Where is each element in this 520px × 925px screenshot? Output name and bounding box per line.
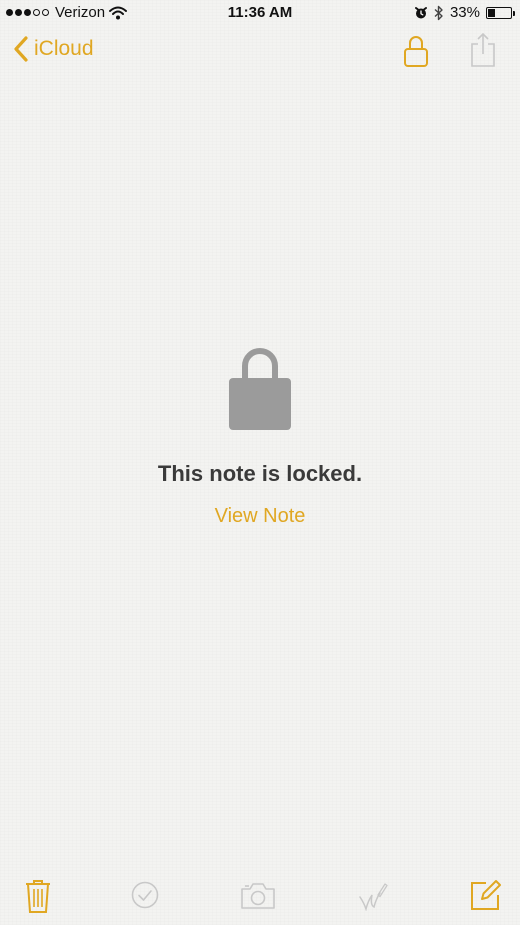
camera-icon — [241, 883, 275, 909]
large-lock-icon — [229, 348, 291, 430]
status-bar: Verizon 11:36 AM 33% — [0, 0, 520, 26]
lock-open-icon — [404, 36, 428, 67]
back-button[interactable]: iCloud — [14, 36, 94, 62]
sketch-button[interactable] — [358, 881, 388, 916]
battery-fill — [488, 8, 495, 17]
share-button[interactable] — [470, 32, 496, 73]
alarm-icon — [414, 6, 427, 18]
chevron-left-icon — [14, 36, 28, 62]
battery-percent: 33% — [449, 4, 480, 21]
locked-note-panel: This note is locked. View Note — [0, 346, 520, 528]
checklist-button[interactable] — [131, 881, 159, 914]
delete-button[interactable] — [25, 879, 51, 918]
compose-button[interactable] — [470, 879, 502, 916]
bluetooth-icon — [434, 5, 443, 20]
compose-icon — [471, 880, 501, 910]
camera-button[interactable] — [240, 882, 276, 915]
checklist-icon — [131, 881, 159, 909]
locked-title: This note is locked. — [157, 461, 363, 486]
trash-icon — [26, 880, 50, 913]
view-note-button[interactable]: View Note — [215, 505, 306, 528]
battery-icon — [486, 6, 515, 19]
lock-button[interactable] — [402, 34, 430, 73]
sketch-icon — [359, 883, 388, 912]
back-button-label: iCloud — [34, 37, 94, 60]
share-icon — [471, 32, 495, 67]
status-right: 33% — [414, 4, 515, 21]
